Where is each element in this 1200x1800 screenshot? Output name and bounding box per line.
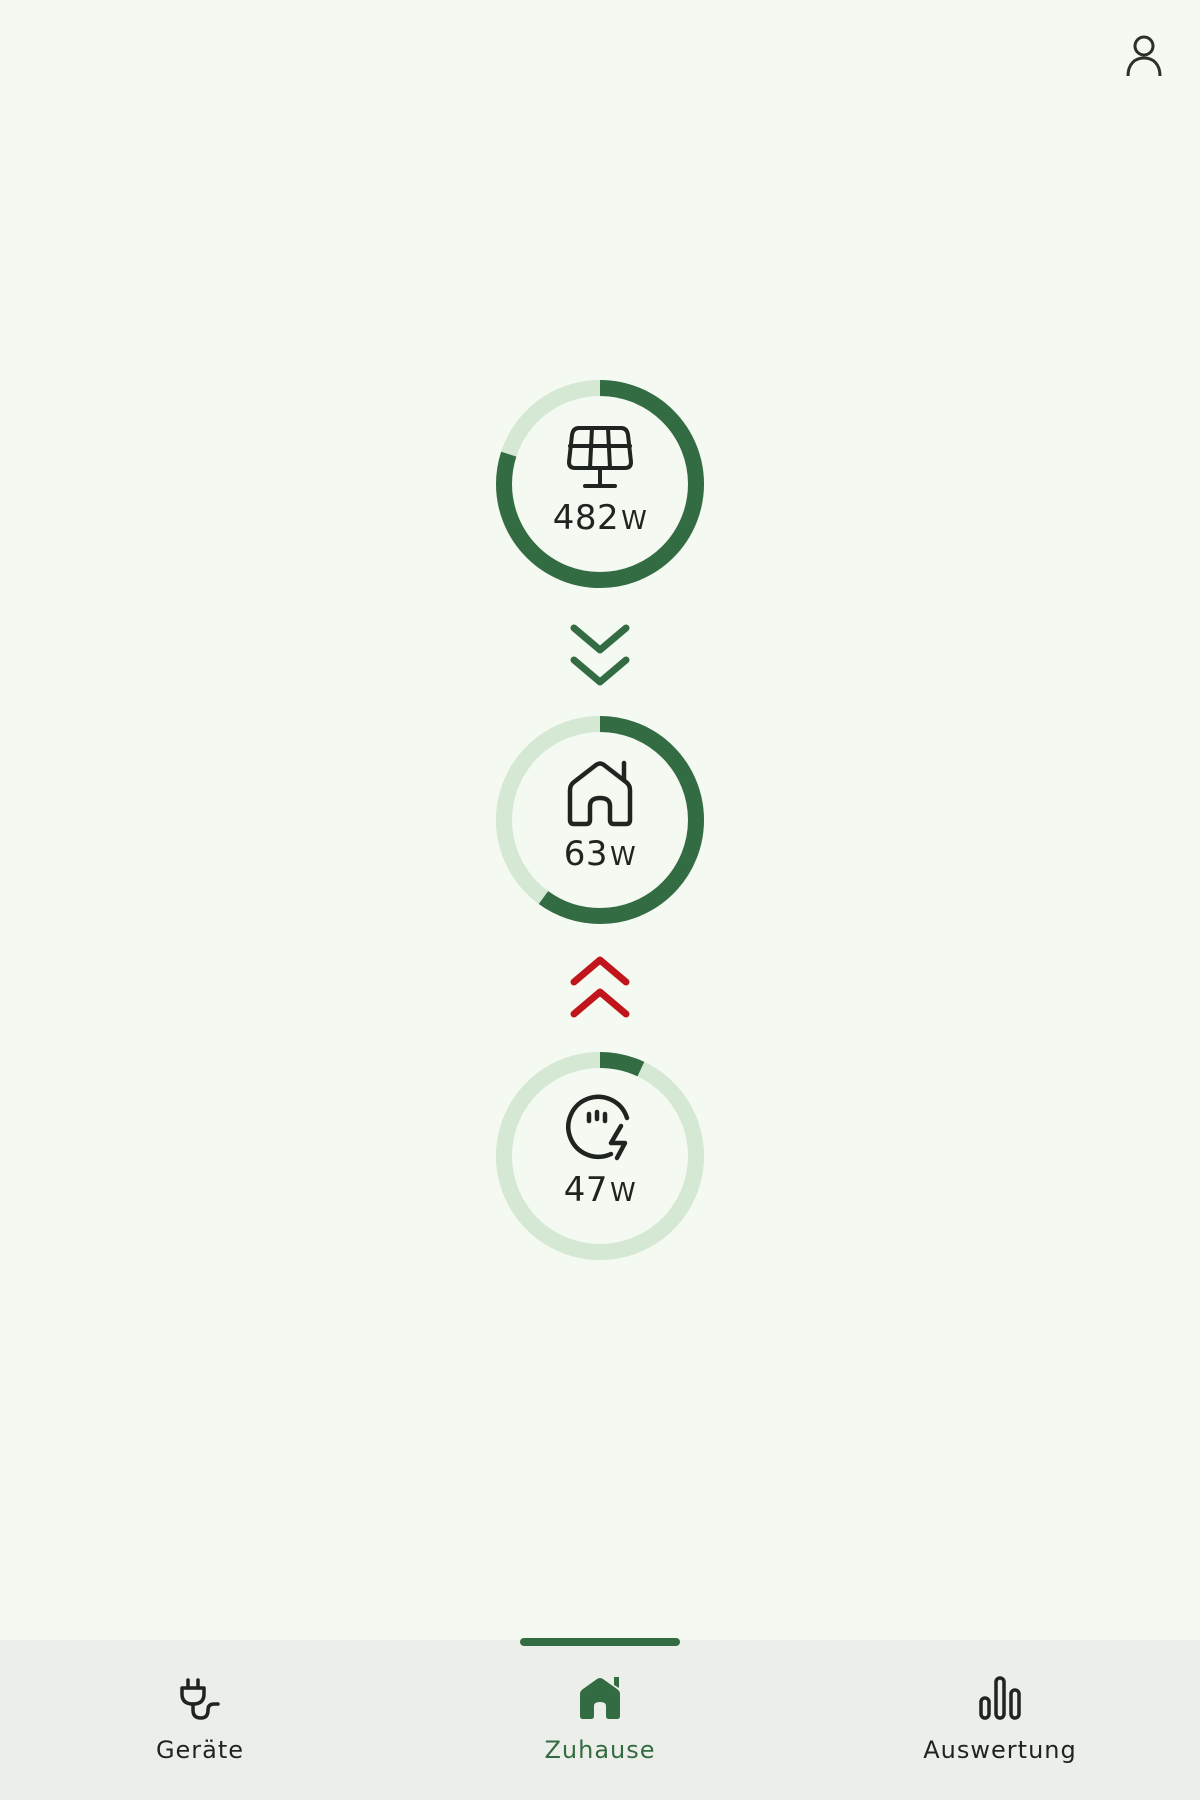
- grid-value-unit: W: [610, 1178, 637, 1208]
- home-value-unit: W: [610, 842, 637, 872]
- grid-node[interactable]: 47W: [496, 1052, 704, 1260]
- grid-value-number: 47: [563, 1170, 609, 1210]
- home-icon: [567, 760, 633, 827]
- home-value-number: 63: [563, 834, 609, 874]
- nav-label-geraete: Geräte: [155, 1736, 245, 1764]
- nav-label-auswertung: Auswertung: [923, 1736, 1077, 1764]
- plug-icon: [180, 1678, 220, 1720]
- solar-value: 482W: [496, 498, 704, 538]
- double-chevron-up-icon: [570, 956, 630, 1018]
- nav-item-zuhause[interactable]: Zuhause: [400, 1640, 800, 1800]
- grid-value: 47W: [496, 1170, 704, 1210]
- home-value: 63W: [496, 834, 704, 874]
- grid-meter-icon: [566, 1094, 630, 1161]
- bottom-navigation: Geräte Zuhause Auswertung: [0, 1638, 1200, 1800]
- solar-node[interactable]: 482W: [496, 380, 704, 588]
- nav-label-zuhause: Zuhause: [544, 1736, 656, 1764]
- double-chevron-down-icon: [570, 624, 630, 686]
- solar-value-number: 482: [552, 498, 620, 538]
- energy-flow: 482W 63W 47W: [0, 0, 1200, 1640]
- bar-chart-icon: [979, 1676, 1021, 1720]
- solar-value-unit: W: [621, 506, 648, 536]
- home-filled-icon: [580, 1677, 620, 1719]
- home-node[interactable]: 63W: [496, 716, 704, 924]
- nav-item-geraete[interactable]: Geräte: [0, 1640, 400, 1800]
- nav-item-auswertung[interactable]: Auswertung: [800, 1640, 1200, 1800]
- solar-panel-icon: [567, 426, 633, 488]
